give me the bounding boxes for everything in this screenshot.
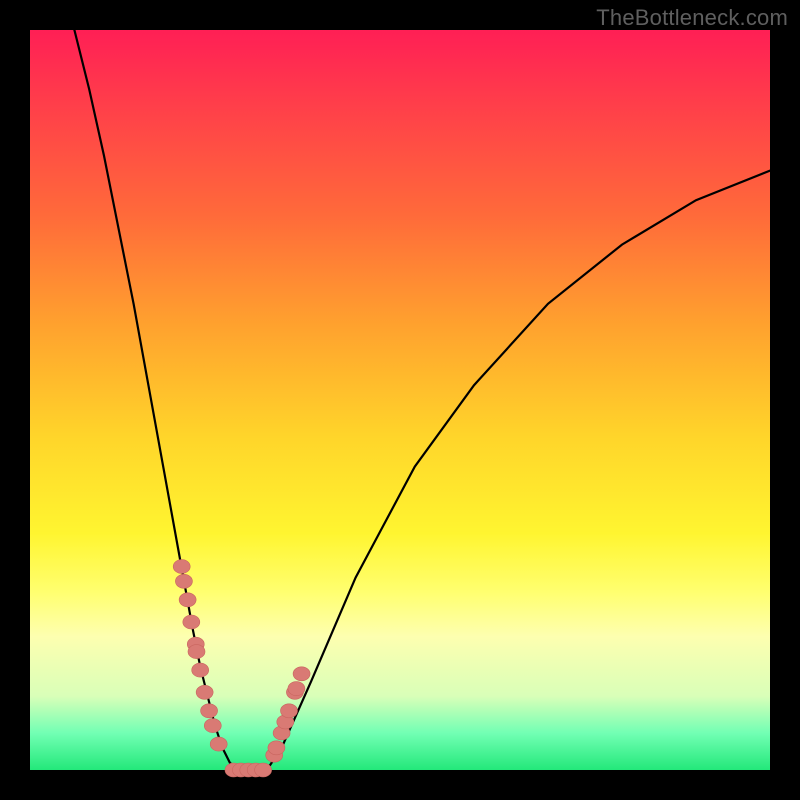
curve-svg xyxy=(30,30,770,770)
marker-point xyxy=(179,593,196,607)
marker-point xyxy=(183,615,200,629)
watermark-text: TheBottleneck.com xyxy=(596,5,788,31)
marker-point xyxy=(192,663,209,677)
chart-frame: TheBottleneck.com xyxy=(0,0,800,800)
marker-point xyxy=(201,704,218,718)
marker-point xyxy=(175,574,192,588)
bottleneck-curve xyxy=(74,30,770,770)
marker-group xyxy=(173,560,310,778)
marker-point xyxy=(255,763,272,777)
marker-point xyxy=(281,704,298,718)
marker-point xyxy=(173,560,190,574)
marker-point xyxy=(210,737,227,751)
marker-point xyxy=(288,682,305,696)
marker-point xyxy=(293,667,310,681)
marker-point xyxy=(188,645,205,659)
marker-point xyxy=(196,685,213,699)
plot-area xyxy=(30,30,770,770)
marker-point xyxy=(268,741,285,755)
marker-point xyxy=(204,719,221,733)
